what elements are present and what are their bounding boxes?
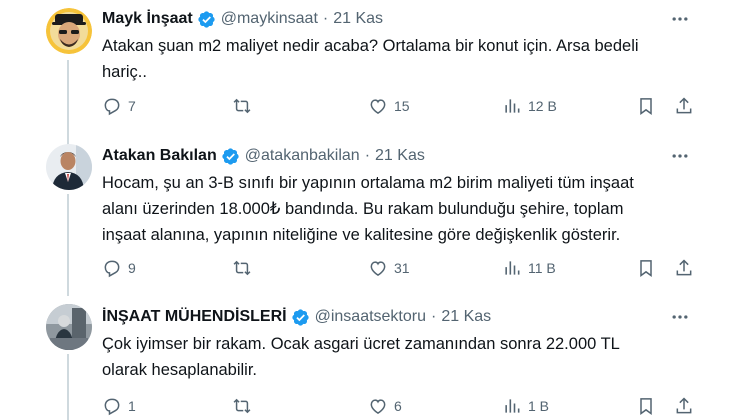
views-count: 12 B <box>528 98 557 114</box>
views-count: 11 B <box>528 260 556 276</box>
like-count: 15 <box>394 98 410 114</box>
verified-badge-icon <box>291 308 309 326</box>
tweet[interactable]: Mayk İnşaat @maykinsaat · 21 Kas Atakan … <box>0 0 730 146</box>
retweet-button[interactable] <box>232 394 258 418</box>
tweet-header: İNŞAAT MÜHENDİSLERİ @insaatsektoru · 21 … <box>102 306 491 328</box>
like-button[interactable]: 6 <box>368 394 402 418</box>
verified-badge-icon <box>198 10 215 28</box>
reply-count: 7 <box>128 98 136 114</box>
reply-icon <box>104 98 120 116</box>
views-icon <box>505 399 520 413</box>
share-button[interactable] <box>674 94 694 118</box>
reply-button[interactable]: 1 <box>102 394 136 418</box>
more-icon[interactable] <box>670 146 690 166</box>
action-bar: 7 15 12 B <box>102 94 698 118</box>
views-button[interactable]: 1 B <box>502 394 549 418</box>
verified-badge-icon <box>222 147 239 165</box>
avatar[interactable] <box>46 8 92 54</box>
timestamp[interactable]: 21 Kas <box>375 147 425 165</box>
heart-icon <box>370 261 386 276</box>
views-count: 1 B <box>528 398 550 414</box>
handle[interactable]: @insaatsektoru <box>315 308 426 326</box>
separator-dot: · <box>322 10 329 27</box>
views-icon <box>505 261 520 275</box>
like-count: 6 <box>394 398 402 414</box>
tweet-header: Atakan Bakılan @atakanbakilan · 21 Kas <box>102 145 425 167</box>
thread-line <box>67 194 69 296</box>
reply-button[interactable]: 9 <box>102 256 136 280</box>
action-bar: 9 31 11 B <box>102 256 698 280</box>
views-button[interactable]: 12 B <box>502 94 557 118</box>
share-button[interactable] <box>674 256 694 280</box>
bookmark-icon <box>640 260 652 277</box>
more-icon[interactable] <box>670 9 690 29</box>
tweet[interactable]: İNŞAAT MÜHENDİSLERİ @insaatsektoru · 21 … <box>0 290 730 420</box>
bookmark-icon <box>640 398 652 415</box>
timestamp[interactable]: 21 Kas <box>441 308 491 326</box>
retweet-icon <box>233 260 251 276</box>
share-icon <box>676 259 692 276</box>
share-icon <box>676 397 692 414</box>
bookmark-button[interactable] <box>636 394 656 418</box>
bookmark-button[interactable] <box>636 94 656 118</box>
retweet-icon <box>233 98 251 114</box>
thread-line <box>67 60 69 146</box>
like-button[interactable]: 15 <box>368 94 410 118</box>
avatar[interactable] <box>46 304 92 350</box>
heart-icon <box>370 99 386 114</box>
handle[interactable]: @atakanbakilan <box>245 147 360 165</box>
share-button[interactable] <box>674 394 694 418</box>
display-name[interactable]: Atakan Bakılan <box>102 147 217 165</box>
action-bar: 1 6 1 B <box>102 394 698 418</box>
thread-line <box>67 354 69 420</box>
avatar[interactable] <box>46 144 92 190</box>
like-count: 31 <box>394 260 410 276</box>
timestamp[interactable]: 21 Kas <box>333 10 383 28</box>
separator-dot: · <box>364 147 371 164</box>
reply-icon <box>104 260 120 278</box>
share-icon <box>676 97 692 114</box>
reply-button[interactable]: 7 <box>102 94 136 118</box>
display-name[interactable]: İNŞAAT MÜHENDİSLERİ <box>102 308 287 326</box>
reply-count: 9 <box>128 260 136 276</box>
retweet-icon <box>233 398 251 414</box>
tweet-header: Mayk İnşaat @maykinsaat · 21 Kas <box>102 8 383 30</box>
tweet[interactable]: Atakan Bakılan @atakanbakilan · 21 Kas H… <box>0 140 730 296</box>
bookmark-icon <box>640 98 652 115</box>
retweet-button[interactable] <box>232 256 258 280</box>
tweet-text: Hocam, şu an 3-B sınıfı bir yapının orta… <box>102 174 634 244</box>
reply-count: 1 <box>128 398 136 414</box>
views-icon <box>505 99 520 113</box>
like-button[interactable]: 31 <box>368 256 410 280</box>
retweet-button[interactable] <box>232 94 258 118</box>
reply-icon <box>104 398 120 416</box>
tweet-text: Atakan şuan m2 maliyet nedir acaba? Orta… <box>102 37 639 81</box>
bookmark-button[interactable] <box>636 256 656 280</box>
heart-icon <box>370 399 386 414</box>
display-name[interactable]: Mayk İnşaat <box>102 10 193 28</box>
tweet-text: Çok iyimser bir rakam. Ocak asgari ücret… <box>102 335 620 379</box>
separator-dot: · <box>431 308 437 325</box>
handle[interactable]: @maykinsaat <box>221 10 318 28</box>
views-button[interactable]: 11 B <box>502 256 556 280</box>
more-icon[interactable] <box>670 307 690 327</box>
